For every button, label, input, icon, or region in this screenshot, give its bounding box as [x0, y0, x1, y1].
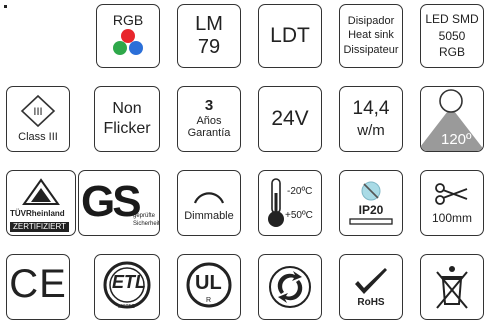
lm79-tile: LM 79 [177, 4, 241, 68]
tuv-cert: ZERTIFIZIERT [10, 222, 70, 233]
class3-tile: III Class III [6, 86, 70, 152]
ledsmd-line3: RGB [438, 45, 465, 60]
ce-mark-icon: CE [9, 262, 67, 306]
rohs-label: RoHS [357, 296, 385, 308]
dimmer-arc-icon [193, 192, 225, 204]
corner-dot [4, 5, 7, 8]
temperature-tile: -20ºC +50ºC [258, 170, 322, 236]
tuv-tile: TÜVRheinland ZERTIFIZIERT [6, 170, 76, 236]
class-iii-diamond-icon: III [20, 95, 56, 128]
nonflicker-line1: Non [112, 99, 142, 117]
heatsink-line1: Disipador [347, 14, 395, 27]
tuv-name: TÜVRheinland [10, 209, 65, 218]
gs-line2: Sicherheit [133, 221, 160, 227]
heatsink-tile: Disipador Heat sink Dissipateur [339, 4, 403, 68]
voltage-label: 24V [271, 106, 309, 130]
voltage-tile: 24V [258, 86, 322, 152]
thermometer-icon [268, 178, 284, 227]
recycle-icon [269, 266, 311, 308]
nonflicker-line2: Flicker [103, 119, 151, 137]
ce-tile: CE [6, 254, 70, 320]
power-line1: 14,4 [352, 98, 390, 120]
ip-drop-icon [361, 181, 381, 201]
dimmable-label: Dimmable [184, 210, 234, 223]
etl-label: ETL [112, 272, 146, 292]
scissors-icon [435, 182, 468, 205]
warranty-line2: Años [196, 114, 222, 127]
rohs-tile: RoHS [339, 254, 403, 320]
nonflicker-tile: Non Flicker [94, 86, 160, 152]
rgb-label: RGB [112, 12, 144, 28]
gs-tile: GS geprüfte Sicherheit [78, 170, 160, 236]
ul-label: UL [195, 272, 222, 294]
power-line2: w/m [357, 122, 385, 140]
gs-line1: geprüfte [133, 213, 156, 219]
rohs-check-icon [355, 267, 387, 294]
ledsmd-tile: LED SMD 5050 RGB [420, 4, 484, 68]
angle-tile: 120º [420, 86, 484, 152]
heatsink-line2: Heat sink [348, 29, 394, 42]
lm79-line1: LM [195, 13, 223, 35]
rgb-dots-icon [113, 28, 143, 55]
heatsink-line3: Dissipateur [343, 43, 399, 56]
angle-label: 120º [441, 131, 472, 148]
ldt-tile: LDT [258, 4, 322, 68]
ledsmd-line2: 5050 [438, 28, 466, 43]
tuv-triangle-icon [22, 178, 60, 205]
recycle-tile [258, 254, 322, 320]
gs-mark: GS [81, 177, 142, 226]
temperature-min: +50ºC [285, 210, 313, 221]
rgb-tile: RGB [96, 4, 160, 68]
ip-base-icon [349, 218, 393, 225]
etl-sub: LISTED [118, 304, 136, 310]
cut-label: 100mm [431, 210, 472, 225]
ul-r-mark: R [206, 297, 212, 304]
weee-tile [420, 254, 484, 320]
ul-tile: UL R [177, 254, 241, 320]
warranty-line3: Garantía [187, 127, 231, 140]
temperature-max: -20ºC [287, 186, 313, 197]
ip-tile: IP20 [339, 170, 403, 236]
class3-label: Class III [18, 131, 58, 144]
weee-bin-icon [436, 266, 468, 309]
dimmable-tile: Dimmable [177, 170, 241, 236]
warranty-number: 3 [204, 97, 214, 115]
ldt-label: LDT [270, 23, 310, 47]
cut-tile: 100mm [420, 170, 484, 236]
class3-symbol: III [33, 106, 42, 118]
ledsmd-line1: LED SMD [425, 12, 479, 27]
lm79-line2: 79 [197, 36, 221, 58]
etl-tile: ETL LISTED [94, 254, 160, 320]
power-tile: 14,4 w/m [339, 86, 403, 152]
warranty-tile: 3 Años Garantía [177, 86, 241, 152]
ip-label: IP20 [358, 202, 384, 217]
